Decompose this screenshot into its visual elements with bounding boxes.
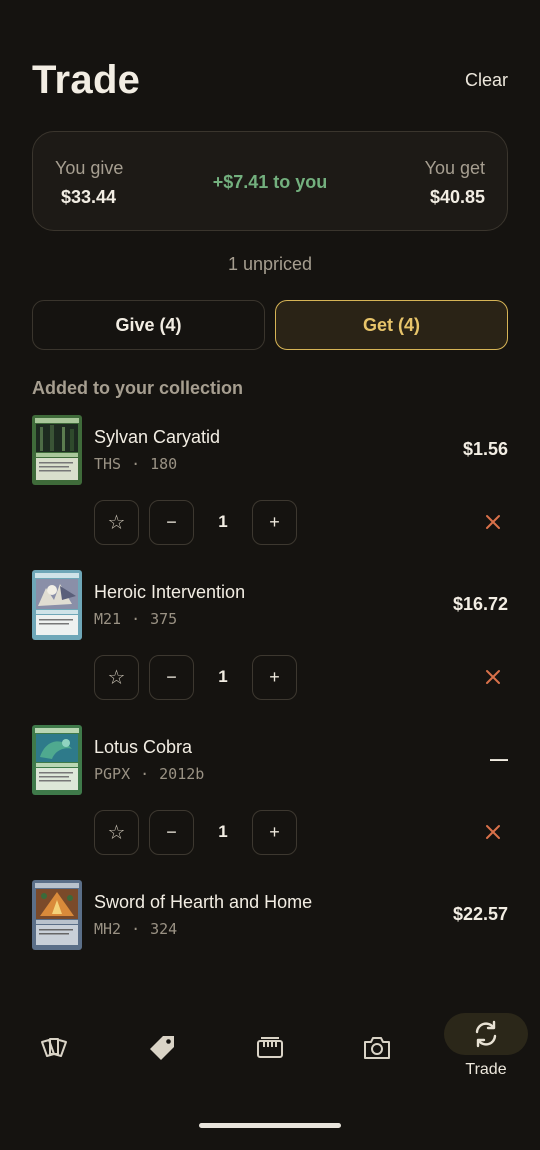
decrement-button[interactable]: −	[149, 810, 194, 855]
card-set: MH2	[94, 920, 122, 938]
trade-icon[interactable]	[444, 1013, 528, 1055]
decrement-button[interactable]: −	[149, 655, 194, 700]
card-name: Sylvan Caryatid	[94, 427, 221, 447]
card-set-info: MH2 · 324	[94, 920, 177, 938]
card-row[interactable]: Sword of Hearth and Home MH2 · 324 $22.57	[32, 880, 508, 952]
separator-dot: ·	[140, 765, 150, 783]
card-number: 2012b	[159, 765, 205, 783]
card-thumbnail[interactable]	[32, 880, 82, 950]
card-name: Sword of Hearth and Home	[94, 892, 313, 912]
favorite-button[interactable]: ☆	[94, 655, 139, 700]
get-summary: You get $40.85	[425, 158, 485, 208]
remove-icon[interactable]	[482, 821, 504, 843]
card-thumbnail[interactable]	[32, 415, 82, 485]
get-value: $40.85	[429, 187, 485, 207]
card-set: PGPX	[94, 765, 131, 783]
section-title: Added to your collection	[32, 378, 244, 398]
increment-button[interactable]: +	[252, 655, 297, 700]
card-row[interactable]: Heroic Intervention M21 · 375 $16.72	[32, 570, 508, 642]
card-name: Heroic Intervention	[94, 582, 246, 602]
card-set: M21	[94, 610, 122, 628]
tab-get[interactable]: Get (4)	[275, 300, 508, 350]
quantity-value: 1	[218, 822, 228, 841]
quantity-value: 1	[218, 667, 228, 686]
nav-label-trade[interactable]: Trade	[444, 1061, 528, 1079]
separator-dot: ·	[131, 455, 141, 473]
card-number: 180	[150, 455, 178, 473]
card-price: —	[490, 749, 508, 769]
card-set-info: M21 · 375	[94, 610, 177, 628]
tab-give[interactable]: Give (4)	[32, 300, 265, 350]
page-title: Trade	[32, 58, 141, 102]
camera-icon[interactable]	[357, 1028, 397, 1068]
clear-button[interactable]: Clear	[465, 70, 508, 91]
card-controls: ☆ − 1 +	[94, 810, 508, 856]
card-set-info: PGPX · 2012b	[94, 765, 204, 783]
card-row[interactable]: Lotus Cobra PGPX · 2012b —	[32, 725, 508, 797]
card-set: THS	[94, 455, 122, 473]
quantity-value: 1	[218, 512, 228, 531]
header: Trade Clear	[32, 58, 508, 108]
remove-icon[interactable]	[482, 666, 504, 688]
bottom-nav: Trade	[0, 1000, 540, 1100]
home-indicator[interactable]	[199, 1123, 341, 1128]
card-set-info: THS · 180	[94, 455, 177, 473]
favorite-button[interactable]: ☆	[94, 500, 139, 545]
card-controls: ☆ − 1 +	[94, 655, 508, 701]
card-name: Lotus Cobra	[94, 737, 193, 757]
card-thumbnail[interactable]	[32, 725, 82, 795]
card-row[interactable]: Sylvan Caryatid THS · 180 $1.56	[32, 415, 508, 487]
card-thumbnail[interactable]	[32, 570, 82, 640]
card-price: $22.57	[452, 904, 508, 924]
price-tag-icon[interactable]	[142, 1028, 182, 1068]
binder-icon[interactable]	[250, 1028, 290, 1068]
get-label: You get	[424, 158, 485, 178]
collection-icon[interactable]	[34, 1028, 74, 1068]
card-number: 324	[150, 920, 178, 938]
card-number: 375	[150, 610, 178, 628]
card-price: $1.56	[462, 439, 508, 459]
separator-dot: ·	[131, 920, 141, 938]
card-price: $16.72	[452, 594, 508, 614]
unpriced-count: 1 unpriced	[227, 254, 313, 274]
separator-dot: ·	[131, 610, 141, 628]
increment-button[interactable]: +	[252, 810, 297, 855]
remove-icon[interactable]	[482, 511, 504, 533]
card-controls: ☆ − 1 +	[94, 500, 508, 546]
decrement-button[interactable]: −	[149, 500, 194, 545]
increment-button[interactable]: +	[252, 500, 297, 545]
trade-summary: You give $33.44 +$7.41 to you You get $4…	[32, 131, 508, 231]
favorite-button[interactable]: ☆	[94, 810, 139, 855]
